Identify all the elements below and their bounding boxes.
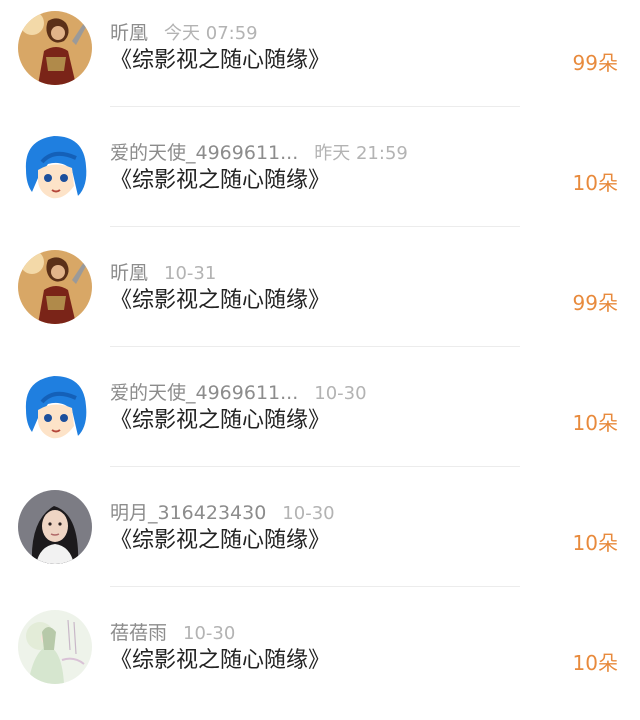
- list-item[interactable]: 昕凰 今天 07:59 《综影视之随心随缘》 99朵: [0, 0, 640, 120]
- entry-meta: 昕凰 10-31: [110, 260, 216, 286]
- timestamp: 10-31: [164, 263, 217, 284]
- list-item[interactable]: 昕凰 10-31 《综影视之随心随缘》 99朵: [0, 240, 640, 360]
- avatar[interactable]: [18, 490, 92, 564]
- book-title[interactable]: 《综影视之随心随缘》: [110, 406, 330, 436]
- flower-amount: 10朵: [572, 171, 618, 195]
- avatar[interactable]: [18, 250, 92, 324]
- book-title[interactable]: 《综影视之随心随缘》: [110, 646, 330, 676]
- divider: [110, 466, 520, 467]
- username[interactable]: 爱的天使_4969611...: [110, 142, 298, 164]
- avatar[interactable]: [18, 370, 92, 444]
- list-item[interactable]: 蓓蓓雨 10-30 《综影视之随心随缘》 10朵: [0, 600, 640, 720]
- list-item[interactable]: 爱的天使_4969611... 昨天 21:59 《综影视之随心随缘》 10朵: [0, 120, 640, 240]
- entry-meta: 爱的天使_4969611... 10-30: [110, 380, 367, 406]
- warrior-avatar-icon: [18, 11, 92, 85]
- flower-amount: 10朵: [572, 411, 618, 435]
- warrior-avatar-icon: [18, 250, 92, 324]
- timestamp: 昨天 21:59: [314, 143, 408, 164]
- timestamp: 10-30: [314, 383, 367, 404]
- timestamp: 10-30: [282, 503, 335, 524]
- timestamp: 10-30: [183, 623, 236, 644]
- entry-meta: 明月_316423430 10-30: [110, 500, 335, 526]
- blue-hair-anime-icon: [18, 370, 92, 444]
- divider: [110, 346, 520, 347]
- flower-amount: 99朵: [572, 291, 618, 315]
- entry-meta: 蓓蓓雨 10-30: [110, 620, 235, 646]
- book-title[interactable]: 《综影视之随心随缘》: [110, 46, 330, 76]
- flower-amount: 99朵: [572, 51, 618, 75]
- avatar[interactable]: [18, 610, 92, 684]
- divider: [110, 586, 520, 587]
- username[interactable]: 昕凰: [110, 22, 148, 44]
- username[interactable]: 爱的天使_4969611...: [110, 382, 298, 404]
- username[interactable]: 明月_316423430: [110, 502, 266, 524]
- blue-hair-anime-icon: [18, 130, 92, 204]
- flower-amount: 10朵: [572, 651, 618, 675]
- divider: [110, 226, 520, 227]
- girl-photo-icon: [18, 490, 92, 564]
- book-title[interactable]: 《综影视之随心随缘》: [110, 526, 330, 556]
- pastel-illustration-icon: [18, 610, 92, 684]
- username[interactable]: 蓓蓓雨: [110, 622, 167, 644]
- list-item[interactable]: 明月_316423430 10-30 《综影视之随心随缘》 10朵: [0, 480, 640, 600]
- divider: [110, 106, 520, 107]
- username[interactable]: 昕凰: [110, 262, 148, 284]
- timestamp: 今天 07:59: [164, 23, 258, 44]
- avatar[interactable]: [18, 11, 92, 85]
- book-title[interactable]: 《综影视之随心随缘》: [110, 286, 330, 316]
- book-title[interactable]: 《综影视之随心随缘》: [110, 166, 330, 196]
- avatar[interactable]: [18, 130, 92, 204]
- flower-amount: 10朵: [572, 531, 618, 555]
- list-item[interactable]: 爱的天使_4969611... 10-30 《综影视之随心随缘》 10朵: [0, 360, 640, 480]
- entry-meta: 爱的天使_4969611... 昨天 21:59: [110, 140, 408, 166]
- gift-record-list: 昕凰 今天 07:59 《综影视之随心随缘》 99朵 爱的天使_4969611..…: [0, 0, 640, 703]
- entry-meta: 昕凰 今天 07:59: [110, 20, 258, 46]
